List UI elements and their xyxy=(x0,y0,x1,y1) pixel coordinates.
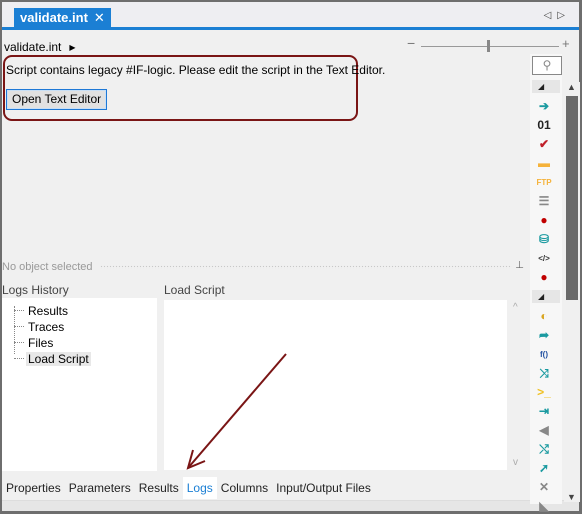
tab-results[interactable]: Results xyxy=(135,477,183,499)
funnel-icon[interactable]: ◀ xyxy=(536,422,552,438)
tab-navigation: ◁▷ xyxy=(544,10,571,21)
zoom-slider[interactable]: − + xyxy=(407,35,572,54)
zoom-in-icon[interactable]: + xyxy=(562,36,570,51)
scrollbar-thumb[interactable] xyxy=(566,96,578,300)
breadcrumb: validate.int ▶ xyxy=(4,40,76,54)
load-script-scrollbar[interactable]: ^ v xyxy=(509,300,527,470)
mask-icon[interactable]: ◐ xyxy=(536,308,552,324)
logs-history-label: Logs History xyxy=(2,283,69,297)
tab-input-output-files[interactable]: Input/Output Files xyxy=(272,477,375,499)
breadcrumb-item[interactable]: validate.int xyxy=(4,40,61,54)
splitter-grip[interactable] xyxy=(100,265,512,269)
stop-icon-2[interactable]: ● xyxy=(536,269,552,285)
tree-item-results[interactable]: Results xyxy=(14,303,70,318)
xml-file-icon[interactable]: </> xyxy=(536,250,552,266)
tab-next-icon[interactable]: ▷ xyxy=(557,10,571,21)
bottom-tab-bar: Properties Parameters Results Logs Colum… xyxy=(2,476,375,500)
forward-arrow-icon[interactable]: ➚ xyxy=(536,460,552,476)
window: validate.int ✕ ◁▷ validate.int ▶ − + Scr… xyxy=(2,2,580,513)
scroll-down-icon[interactable]: v xyxy=(513,457,518,468)
chevron-right-icon[interactable]: ▶ xyxy=(69,43,75,52)
ruler-arrow-icon[interactable]: ⇥ xyxy=(536,403,552,419)
tree-item-label: Load Script xyxy=(26,351,91,366)
function-icon[interactable]: f() xyxy=(536,346,552,362)
tree-item-label: Results xyxy=(28,303,69,318)
search-icon[interactable]: ⚲ xyxy=(532,56,562,75)
scroll-up-icon[interactable]: ^ xyxy=(513,302,518,313)
tab-validate-int[interactable]: validate.int ✕ xyxy=(14,8,111,27)
stop-icon[interactable]: ● xyxy=(536,212,552,228)
open-text-editor-button[interactable]: Open Text Editor xyxy=(6,89,108,110)
bottom-border xyxy=(2,500,579,511)
tab-title: validate.int xyxy=(20,10,88,25)
toolbox-panel: ⚲ ◢ ➔ 01 ✔ ▬ FTP ☰ ● ⛁ </> ● ◢ ◐ ➦ f() ⤨ >_ ⇥ ◀ ⤭ ➚ ✕ ◣ xyxy=(530,54,562,513)
tree-item-load-script[interactable]: Load Script xyxy=(14,351,91,366)
redirect-arrow-icon[interactable]: ➦ xyxy=(536,327,552,343)
tab-prev-icon[interactable]: ◁ xyxy=(544,10,558,21)
binary-icon[interactable]: 01 xyxy=(536,117,552,133)
group-collapse-icon-2[interactable]: ◢ xyxy=(532,290,560,303)
zoom-thumb[interactable] xyxy=(487,40,490,52)
load-script-label: Load Script xyxy=(164,283,225,297)
partial-icon[interactable]: ◣ xyxy=(536,498,552,514)
list-icon[interactable]: ☰ xyxy=(536,193,552,209)
tab-strip: validate.int ✕ ◁▷ xyxy=(2,2,579,30)
terminal-icon[interactable]: >_ xyxy=(536,384,552,400)
folder-icon[interactable]: ▬ xyxy=(536,155,552,171)
tree-item-files[interactable]: Files xyxy=(14,335,55,350)
database-import-icon[interactable]: ⛁ xyxy=(536,231,552,247)
tree-item-label: Files xyxy=(28,335,54,350)
scroll-up-icon[interactable]: ▲ xyxy=(567,82,576,92)
selection-status: No object selected xyxy=(2,261,93,273)
selection-status-bar: No object selected ⊥ xyxy=(2,260,528,273)
group-collapse-icon[interactable]: ◢ xyxy=(532,80,560,93)
pin-icon[interactable]: ⊥ xyxy=(515,260,524,271)
tab-properties[interactable]: Properties xyxy=(2,477,65,499)
validate-icon[interactable]: ✔ xyxy=(536,136,552,152)
zoom-track[interactable] xyxy=(421,46,559,47)
split-arrow-icon[interactable]: ⤭ xyxy=(536,441,552,457)
merge-arrow-icon[interactable]: ⤨ xyxy=(536,365,552,381)
design-canvas[interactable]: Script contains legacy #IF-logic. Please… xyxy=(2,54,528,252)
ftp-icon[interactable]: FTP xyxy=(536,174,552,190)
close-icon[interactable]: ✕ xyxy=(94,8,105,27)
delete-icon[interactable]: ✕ xyxy=(536,479,552,495)
tab-columns[interactable]: Columns xyxy=(217,477,272,499)
logs-history-tree: Results Traces Files Load Script xyxy=(2,298,157,471)
zoom-out-icon[interactable]: − xyxy=(407,35,415,51)
tree-item-label: Traces xyxy=(28,319,65,334)
toolbox-scrollbar[interactable]: ▲ ▼ xyxy=(564,82,580,502)
scroll-down-icon[interactable]: ▼ xyxy=(567,492,576,502)
tree-item-traces[interactable]: Traces xyxy=(14,319,66,334)
load-script-textarea[interactable] xyxy=(164,300,507,470)
tab-parameters[interactable]: Parameters xyxy=(65,477,135,499)
legacy-logic-message: Script contains legacy #IF-logic. Please… xyxy=(6,63,386,77)
import-file-icon[interactable]: ➔ xyxy=(536,98,552,114)
tab-logs[interactable]: Logs xyxy=(182,477,217,499)
